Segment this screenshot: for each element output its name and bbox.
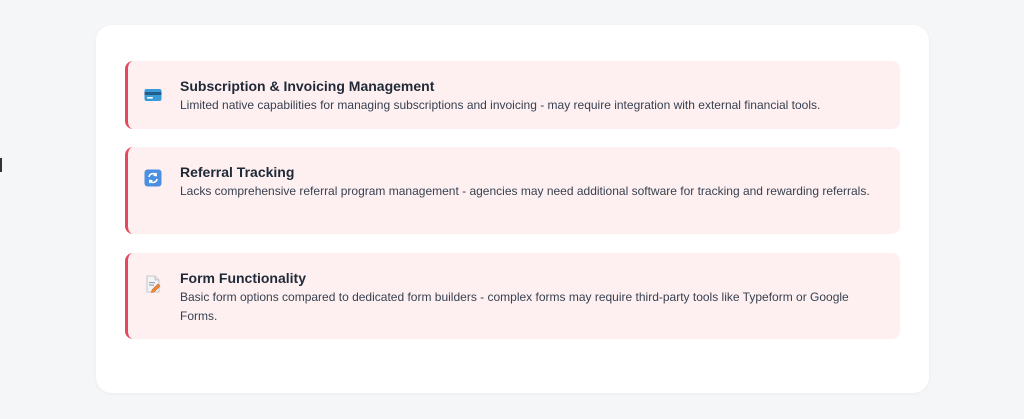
form-document-icon: [144, 275, 162, 293]
limitation-title: Form Functionality: [180, 270, 306, 286]
limitation-title: Referral Tracking: [180, 164, 295, 180]
limitation-item-referral: Referral Tracking Lacks comprehensive re…: [125, 147, 900, 234]
limitation-description: Lacks comprehensive referral program man…: [180, 184, 870, 198]
limitation-title: Subscription & Invoicing Management: [180, 78, 435, 94]
limitation-item-form: Form Functionality Basic form options co…: [125, 253, 900, 339]
limitations-card: Subscription & Invoicing Management Limi…: [96, 25, 929, 393]
limitation-description: Basic form options compared to dedicated…: [180, 290, 849, 323]
refresh-icon: [144, 169, 162, 187]
limitation-description: Limited native capabilities for managing…: [180, 98, 821, 112]
credit-card-icon: [144, 87, 162, 103]
edge-marker: [0, 158, 2, 172]
limitation-item-subscription: Subscription & Invoicing Management Limi…: [125, 61, 900, 129]
